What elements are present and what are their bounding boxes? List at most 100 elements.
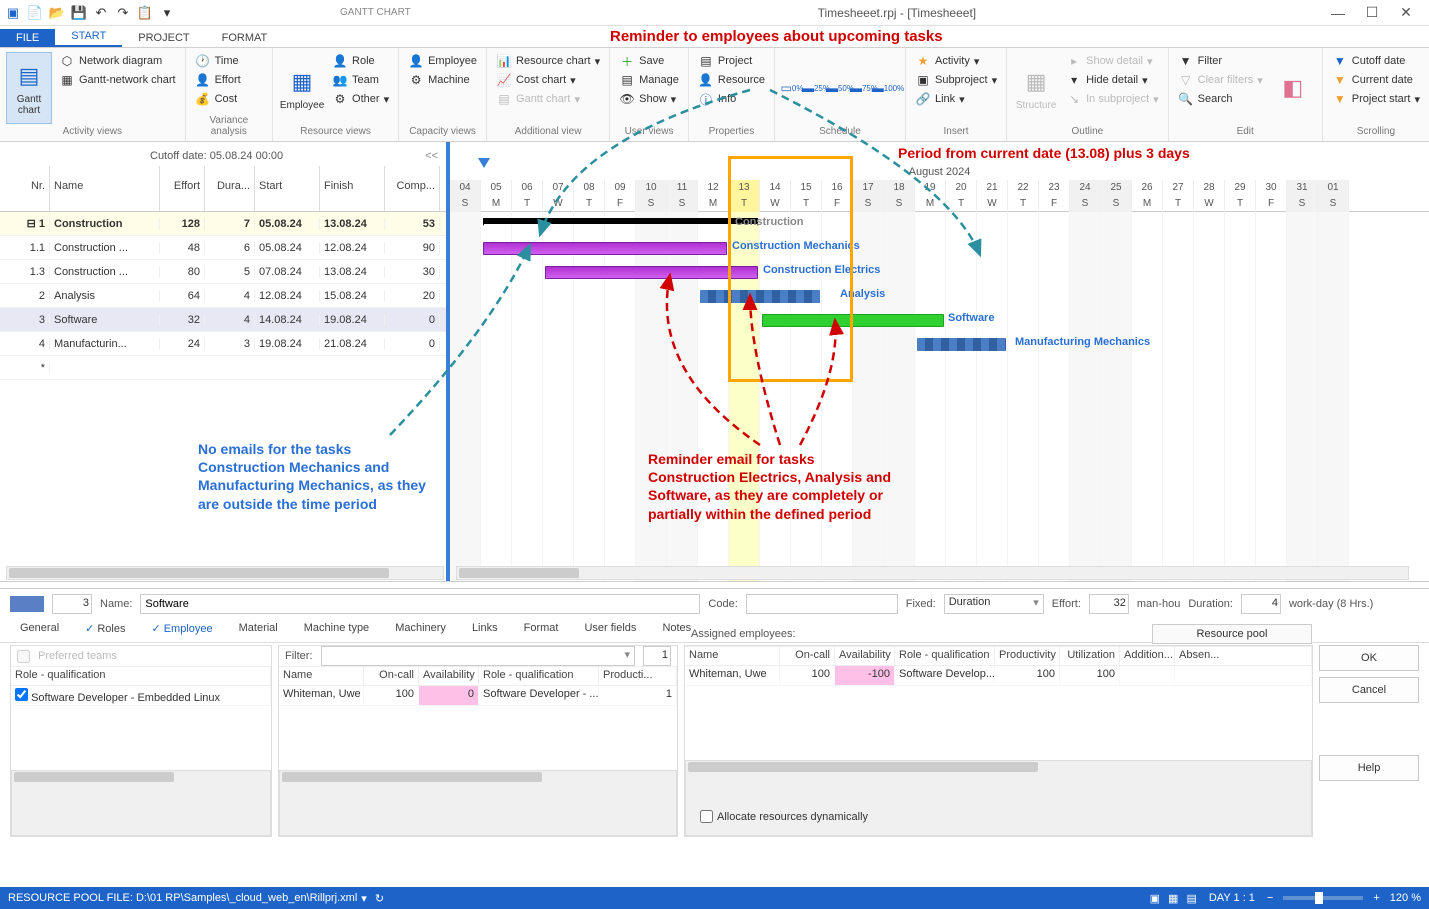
- cost-chart-button[interactable]: 📈Cost chart ▾: [493, 71, 603, 89]
- time-button[interactable]: 🕐Time: [192, 52, 244, 70]
- dtab-employee[interactable]: ✓Employee: [141, 619, 222, 642]
- dtab-format[interactable]: Format: [514, 619, 569, 642]
- assigned-row[interactable]: Whiteman, Uwe 100 -100 Software Develop.…: [685, 666, 1312, 686]
- new-icon[interactable]: 📄: [26, 4, 44, 22]
- structure-button[interactable]: ▦Structure: [1013, 52, 1059, 124]
- available-row[interactable]: Whiteman, Uwe 100 0 Software Developer -…: [279, 686, 677, 706]
- task-row[interactable]: 4 Manufacturin... 24 3 19.08.24 21.08.24…: [0, 332, 446, 356]
- proj-props-button[interactable]: ▤Project: [695, 52, 768, 70]
- res-props-button[interactable]: 👤Resource: [695, 71, 768, 89]
- eraser-button[interactable]: ◧: [1270, 52, 1316, 124]
- pct-100-button[interactable]: ▬100%: [877, 52, 899, 124]
- col-start[interactable]: Start: [255, 166, 320, 211]
- qat-more-icon[interactable]: ▾: [158, 4, 176, 22]
- show-detail-button[interactable]: ▸Show detail ▾: [1063, 52, 1162, 70]
- help-button[interactable]: Help: [1319, 755, 1419, 781]
- col-name[interactable]: Name: [50, 166, 160, 211]
- zoom-slider[interactable]: [1283, 896, 1363, 900]
- search-button[interactable]: 🔍Search: [1175, 90, 1266, 108]
- zoom-out-icon[interactable]: −: [1267, 892, 1273, 904]
- show-view-button[interactable]: 👁Show ▾: [616, 90, 682, 108]
- open-icon[interactable]: 📂: [48, 4, 66, 22]
- view1-icon[interactable]: ▣: [1150, 892, 1160, 905]
- current-date-button[interactable]: ▼Current date: [1329, 71, 1423, 89]
- network-diagram-button[interactable]: ⬡Network diagram: [56, 52, 179, 70]
- task-color-chip[interactable]: [10, 596, 44, 612]
- team-button[interactable]: 👥Team: [329, 71, 392, 89]
- dtab-general[interactable]: General: [10, 619, 69, 642]
- hide-detail-button[interactable]: ▾Hide detail ▾: [1063, 71, 1162, 89]
- effort-button[interactable]: 👤Effort: [192, 71, 244, 89]
- refresh-icon[interactable]: ↻: [375, 892, 384, 905]
- gantt-bar[interactable]: [700, 290, 820, 303]
- col-finish[interactable]: Finish: [320, 166, 385, 211]
- allocate-checkbox-row[interactable]: Allocate resources dynamically: [700, 810, 868, 823]
- pct-0-button[interactable]: ▭0%: [781, 52, 803, 124]
- dur-field[interactable]: 4: [1241, 594, 1281, 614]
- cap-machine-button[interactable]: ⚙Machine: [405, 71, 480, 89]
- assigned-hscroll[interactable]: [685, 760, 1312, 836]
- roles-hscroll[interactable]: [11, 770, 271, 836]
- gantt-chart-button[interactable]: ▤ Gantt chart: [6, 52, 52, 124]
- task-name-input[interactable]: [140, 594, 700, 614]
- gantt-bar[interactable]: [483, 218, 758, 224]
- col-nr[interactable]: Nr.: [0, 166, 50, 211]
- gantt-bar[interactable]: [917, 338, 1006, 351]
- filter-button[interactable]: ▼Filter: [1175, 52, 1266, 70]
- resource-chart-button[interactable]: 📊Resource chart ▾: [493, 52, 603, 70]
- view3-icon[interactable]: ▤: [1186, 892, 1196, 905]
- manage-view-button[interactable]: ▤Manage: [616, 71, 682, 89]
- task-row[interactable]: ⊟ 1 Construction 128 7 05.08.24 13.08.24…: [0, 212, 446, 236]
- gantt-chart-addl-button[interactable]: ▤Gantt chart ▾: [493, 90, 603, 108]
- zoom-in-icon[interactable]: +: [1373, 892, 1379, 904]
- project-start-button[interactable]: ▼Project start ▾: [1329, 90, 1423, 108]
- dtab-machinery[interactable]: Machinery: [385, 619, 456, 642]
- fixed-select[interactable]: Duration: [944, 594, 1044, 614]
- employee-view-button[interactable]: ▦Employee: [279, 52, 325, 124]
- save-view-button[interactable]: ＋Save: [616, 52, 682, 70]
- role-col[interactable]: Role - qualification: [11, 667, 271, 685]
- cancel-button[interactable]: Cancel: [1319, 677, 1419, 703]
- pct-25-button[interactable]: ▬25%: [805, 52, 827, 124]
- in-subproject-button[interactable]: ↘In subproject ▾: [1063, 90, 1162, 108]
- cost-button[interactable]: 💰Cost: [192, 90, 244, 108]
- col-comp[interactable]: Comp...: [385, 166, 440, 211]
- tab-start[interactable]: START: [55, 27, 122, 47]
- task-row[interactable]: 3 Software 32 4 14.08.24 19.08.24 0: [0, 308, 446, 332]
- tab-format[interactable]: FORMAT: [206, 29, 284, 47]
- role-checkbox[interactable]: [15, 688, 28, 701]
- resource-pool-button[interactable]: Resource pool: [1152, 624, 1312, 644]
- info-button[interactable]: ⓘInfo: [695, 90, 768, 108]
- task-row-empty[interactable]: *: [0, 356, 446, 380]
- dtab-links[interactable]: Links: [462, 619, 508, 642]
- gantt-bar[interactable]: [545, 266, 758, 279]
- tab-file[interactable]: FILE: [0, 29, 55, 47]
- close-button[interactable]: ✕: [1391, 3, 1421, 23]
- dtab-material[interactable]: Material: [229, 619, 288, 642]
- save-icon[interactable]: 💾: [70, 4, 88, 22]
- gantt-bar[interactable]: [483, 242, 727, 255]
- paste-icon[interactable]: 📋: [136, 4, 154, 22]
- dropdown-icon[interactable]: ▾: [361, 892, 367, 905]
- gantt-body[interactable]: ConstructionConstruction MechanicsConstr…: [450, 212, 1429, 581]
- gantt-network-button[interactable]: ▦Gantt-network chart: [56, 71, 179, 89]
- dtab-user-fields[interactable]: User fields: [574, 619, 646, 642]
- role-row[interactable]: Software Developer - Embedded Linux: [11, 686, 271, 706]
- effort-field[interactable]: 32: [1089, 594, 1129, 614]
- maximize-button[interactable]: ☐: [1357, 3, 1387, 23]
- clear-filters-button[interactable]: ▽Clear filters ▾: [1175, 71, 1266, 89]
- task-row[interactable]: 1.1 Construction ... 48 6 05.08.24 12.08…: [0, 236, 446, 260]
- gantt-hscroll[interactable]: [456, 566, 1409, 580]
- allocate-checkbox[interactable]: [700, 810, 713, 823]
- view2-icon[interactable]: ▦: [1168, 892, 1178, 905]
- task-row[interactable]: 2 Analysis 64 4 12.08.24 15.08.24 20: [0, 284, 446, 308]
- col-dura[interactable]: Dura...: [205, 166, 255, 211]
- collapse-button[interactable]: <<: [425, 150, 438, 162]
- undo-icon[interactable]: ↶: [92, 4, 110, 22]
- ok-button[interactable]: OK: [1319, 645, 1419, 671]
- filter-select[interactable]: [321, 646, 636, 666]
- tab-project[interactable]: PROJECT: [122, 29, 205, 47]
- insert-activity-button[interactable]: ★Activity ▾: [912, 52, 1000, 70]
- role-button[interactable]: 👤Role: [329, 52, 392, 70]
- col-effort[interactable]: Effort: [160, 166, 205, 211]
